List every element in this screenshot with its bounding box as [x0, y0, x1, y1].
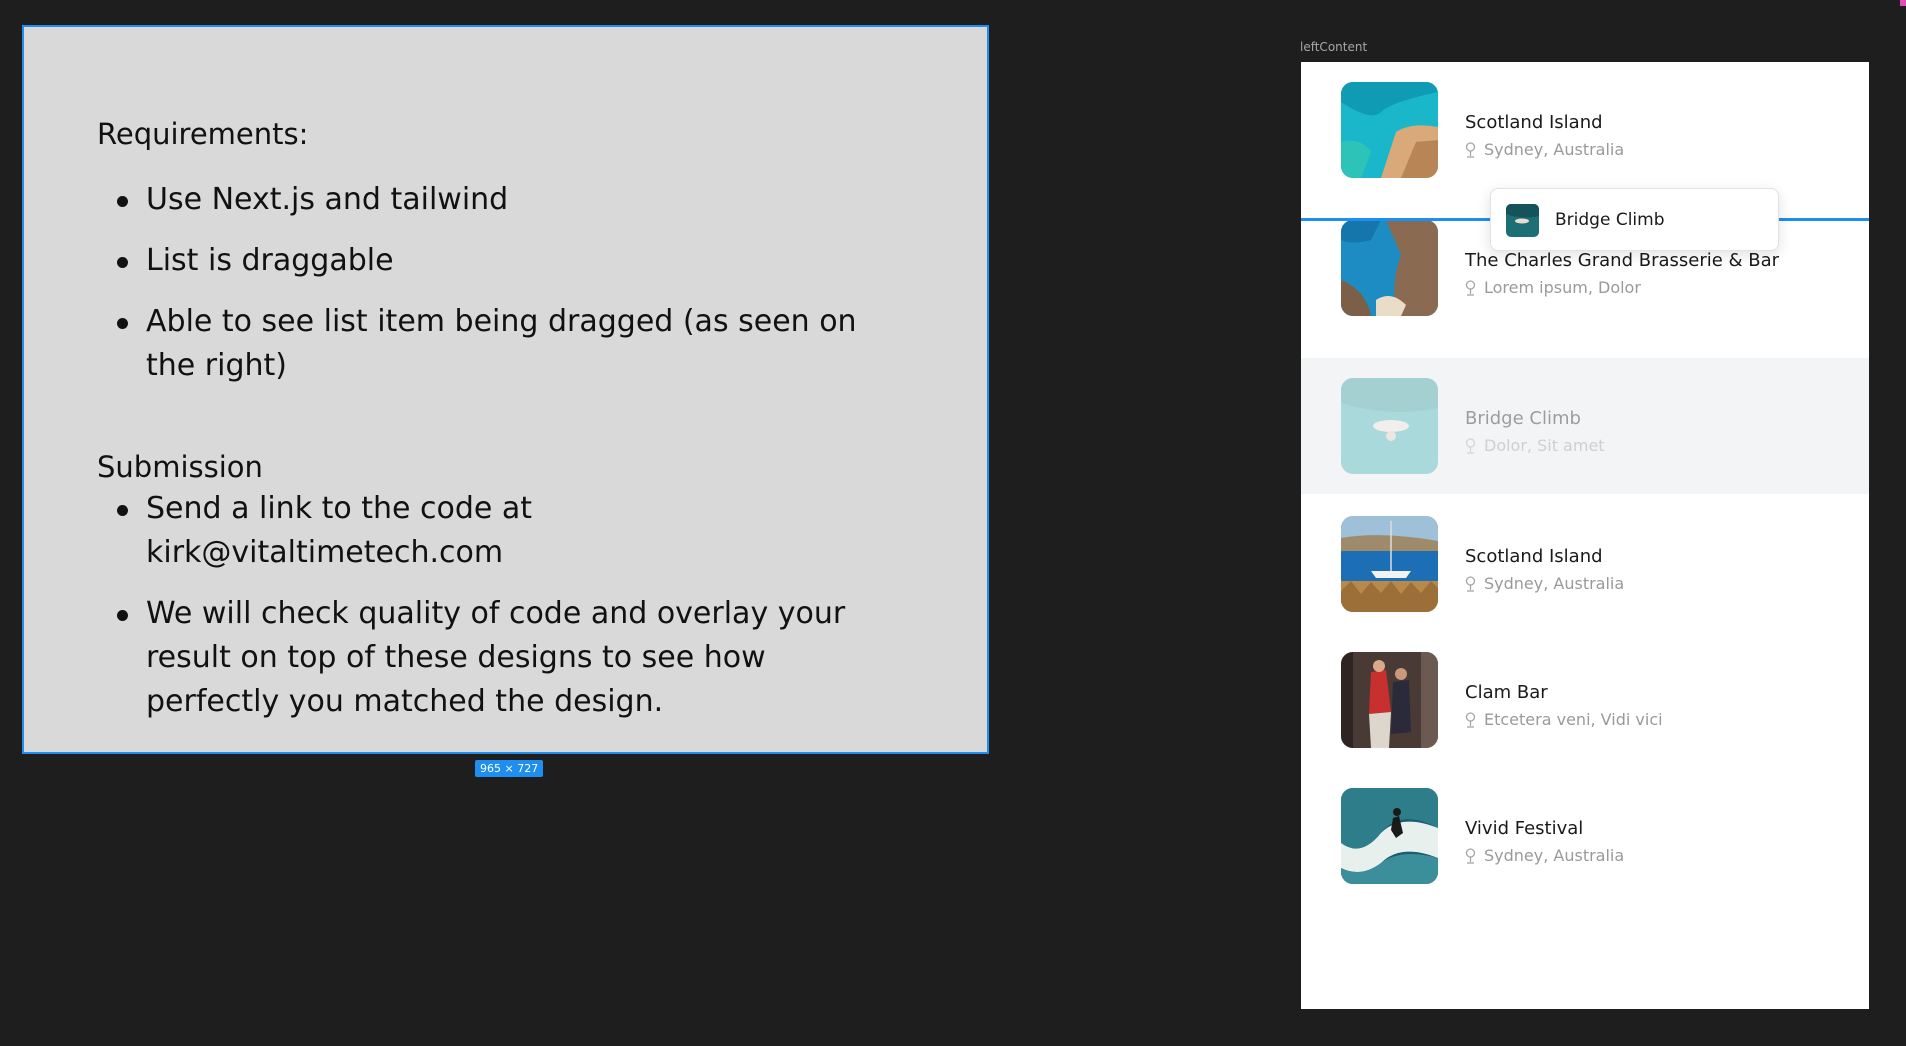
dragged-item-placeholder[interactable]: Bridge Climb Dolor, Sit amet — [1301, 358, 1869, 494]
location-pin-icon — [1465, 279, 1476, 296]
requirements-item: Able to see list item being dragged (as … — [97, 300, 867, 388]
item-location: Sydney, Australia — [1465, 574, 1624, 593]
drag-preview-title: Bridge Climb — [1555, 210, 1665, 230]
dancers-in-street-image — [1341, 652, 1438, 748]
item-title: Scotland Island — [1465, 112, 1603, 133]
list-item[interactable]: Vivid Festival Sydney, Australia — [1301, 768, 1869, 904]
swimmer-in-blue-water-image — [1506, 204, 1539, 237]
list-item[interactable]: Clam Bar Etcetera veni, Vidi vici — [1301, 632, 1869, 768]
corner-indicator — [1900, 0, 1906, 6]
turquoise-coast-cliffs-image — [1341, 82, 1438, 178]
submission-item: Send a link to the code at kirk@vitaltim… — [97, 487, 897, 575]
rocky-cove-beach-image — [1341, 220, 1438, 316]
location-pin-icon — [1465, 711, 1476, 728]
item-location: Sydney, Australia — [1465, 140, 1624, 159]
item-title: The Charles Grand Brasserie & Bar — [1465, 250, 1780, 271]
drag-preview-card[interactable]: Bridge Climb — [1490, 188, 1779, 251]
item-title: Scotland Island — [1465, 546, 1603, 567]
item-title: Vivid Festival — [1465, 818, 1584, 839]
submission-item: We will check quality of code and overla… — [97, 592, 867, 724]
location-pin-icon — [1465, 575, 1476, 592]
bullet-icon — [117, 195, 128, 207]
requirements-item: Use Next.js and tailwind — [97, 178, 897, 222]
item-title: Clam Bar — [1465, 682, 1548, 703]
item-title: Bridge Climb — [1465, 408, 1581, 429]
item-location: Lorem ipsum, Dolor — [1465, 278, 1641, 297]
frame-label[interactable]: leftContent — [1300, 40, 1367, 54]
submission-list: Send a link to the code at kirk@vitaltim… — [97, 487, 897, 724]
surfer-on-wave-image — [1341, 788, 1438, 884]
requirements-list: Use Next.js and tailwind List is draggab… — [97, 178, 897, 388]
swimmer-in-blue-water-image — [1341, 378, 1438, 474]
requirements-content: Requirements: Use Next.js and tailwind L… — [97, 117, 897, 741]
item-location: Etcetera veni, Vidi vici — [1465, 710, 1663, 729]
submission-heading: Submission — [97, 449, 263, 484]
requirements-heading: Requirements: — [97, 117, 309, 151]
frame-size-badge: 965 × 727 — [475, 760, 544, 777]
requirements-frame[interactable]: Requirements: Use Next.js and tailwind L… — [22, 25, 989, 754]
bullet-icon — [117, 504, 128, 516]
sailboat-harbor-image — [1341, 516, 1438, 612]
bullet-icon — [117, 256, 128, 268]
list-item[interactable]: Scotland Island Sydney, Australia — [1301, 62, 1869, 198]
item-location: Dolor, Sit amet — [1465, 436, 1605, 455]
requirements-item: List is draggable — [97, 239, 897, 283]
location-pin-icon — [1465, 141, 1476, 158]
list-item[interactable]: Scotland Island Sydney, Australia — [1301, 496, 1869, 632]
bullet-icon — [117, 317, 128, 329]
item-location: Sydney, Australia — [1465, 846, 1624, 865]
location-pin-icon — [1465, 847, 1476, 864]
bullet-icon — [117, 609, 128, 621]
location-pin-icon — [1465, 437, 1476, 454]
